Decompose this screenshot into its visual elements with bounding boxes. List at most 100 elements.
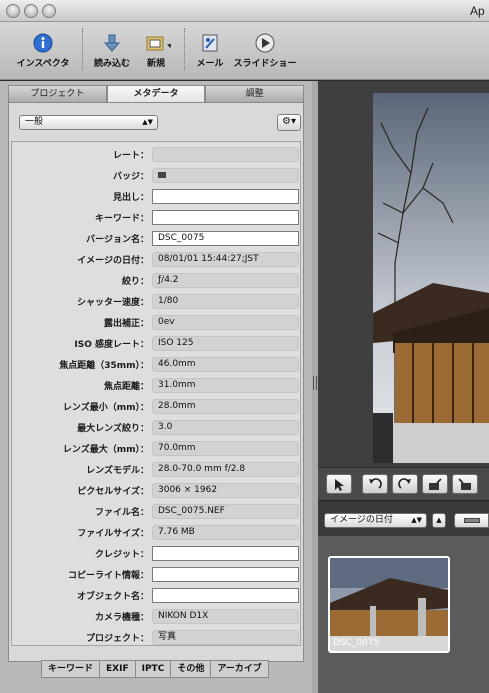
toolbar-mail-label: メール [196,59,224,69]
mail-icon [202,34,218,52]
field-row-aperture: 絞り： ƒ/4.2 [12,270,302,291]
file-name-value: DSC_0075.NEF [152,504,299,519]
toolbar-inspector-label: インスペクタ [16,59,70,69]
lens-max-value: 70.0mm [152,441,299,456]
field-row-focal-length-35: 焦点距離（35mm）： 46.0mm [12,354,302,375]
viewer-toolbar [318,467,489,500]
field-row-iso: ISO 感度レート： ISO 125 [12,333,302,354]
thumbnail-caption: DSC_0075 [333,638,380,648]
sort-select[interactable]: イメージの日付 ▲▼ [324,513,427,528]
field-label: シャッター速度： [76,298,149,308]
close-window-button[interactable] [6,4,20,18]
rotate-right-button[interactable] [392,474,418,494]
pixel-size-value: 3006 × 1962 [152,483,299,498]
iso-value: ISO 125 [152,336,299,351]
field-row-caption: 見出し： [12,186,302,207]
caption-input[interactable] [152,189,299,204]
rotate-left-button[interactable] [362,474,388,494]
field-row-pixel-size: ピクセルサイズ： 3006 × 1962 [12,480,302,501]
metadata-view-value: 一般 [25,117,44,127]
thumbnail[interactable]: DSC_0075 [328,556,450,653]
bottom-tab-exif[interactable]: EXIF [100,661,136,677]
metadata-view-select[interactable]: 一般 ▲▼ [19,115,158,130]
field-row-lens-model: レンズモデル： 28.0-70.0 mm f/2.8 [12,459,302,480]
rotate-left-icon [369,478,382,489]
toolbar-inspector-button[interactable]: インスペクタ [14,26,72,69]
tab-project[interactable]: プロジェクト [8,85,107,103]
toolbar-import-label: 読み込む [93,59,130,69]
camera-model-value: NIKON D1X [152,609,299,624]
aperture-value: ƒ/4.2 [152,273,299,288]
field-label: コピーライト情報： [67,571,149,581]
version-name-input[interactable]: DSC_0075 [152,231,299,246]
field-label: オブジェクト名： [76,592,149,602]
filmstrip-view-button[interactable] [454,513,489,528]
stamp-button[interactable] [452,474,478,494]
toolbar-import-button[interactable]: 読み込む [90,26,134,69]
bottom-tab-other[interactable]: その他 [171,661,212,677]
object-name-input[interactable] [152,588,299,603]
rating-field[interactable] [152,147,299,162]
toolbar-separator [82,28,83,70]
toolbar-separator [184,28,185,70]
toolbar-mail-button[interactable]: メール [192,26,228,69]
field-row-shutter: シャッター速度： 1/80 [12,291,302,312]
field-row-lens-min: レンズ最小（mm）： 28.0mm [12,396,302,417]
field-label: 見出し： [112,193,149,203]
toolbar: インスペクタ 読み込む 新規 メール スライドショー [0,22,489,80]
bottom-tab-keywords[interactable]: キーワード [42,661,101,677]
play-icon [255,33,275,53]
field-row-lens-max: レンズ最大（mm）： 70.0mm [12,438,302,459]
gear-menu-button[interactable]: ⚙▾ [277,114,301,131]
main-photo [373,93,489,463]
toolbar-slideshow-button[interactable]: スライドショー [232,26,298,69]
lift-icon [429,478,442,490]
field-label: バージョン名： [86,235,149,245]
select-tool-button[interactable] [326,474,352,494]
image-browser: DSC_0075 [318,536,489,693]
zoom-window-button[interactable] [42,4,56,18]
field-label: キーワード： [94,214,149,224]
sort-direction-button[interactable]: ▲ [432,513,446,528]
field-label: 絞り： [121,277,149,287]
bottom-tab-archive[interactable]: アーカイブ [211,661,267,677]
copyright-input[interactable] [152,567,299,582]
stamp-icon [458,478,471,490]
field-label: レート： [112,151,149,161]
image-viewer [318,81,489,467]
field-row-focal-length: 焦点距離： 31.0mm [12,375,302,396]
field-row-object-name: オブジェクト名： [12,585,302,606]
field-row-camera-model: カメラ機種： NIKON D1X [12,606,302,627]
field-label: レンズモデル： [86,466,149,476]
browser-toolbar: イメージの日付 ▲▼ ▲ [318,500,489,536]
shutter-speed-value: 1/80 [152,294,299,309]
field-label: イメージの日付： [77,256,149,266]
filmstrip-icon [464,518,480,523]
keywords-input[interactable] [152,210,299,225]
popup-arrows-icon: ▲▼ [411,516,422,524]
minimize-window-button[interactable] [24,4,38,18]
field-row-max-aperture: 最大レンズ絞り： 3.0 [12,417,302,438]
metadata-panel: 一般 ▲▼ ⚙▾ レート： バッジ： 見出し： キーワード： バージョン名： D… [8,102,304,662]
pointer-icon [335,479,344,491]
image-date-value: 08/01/01 15:44:27;JST [152,252,299,267]
metadata-bottom-tabs: キーワード EXIF IPTC その他 アーカイブ [41,660,269,678]
field-label: バッジ： [112,172,149,182]
field-row-exposure-bias: 露出補正： 0ev [12,312,302,333]
tab-metadata[interactable]: メタデータ [106,85,206,103]
focal-length-35-value: 46.0mm [152,357,299,372]
bottom-tab-iptc[interactable]: IPTC [136,661,172,677]
field-row-file-size: ファイルサイズ： 7.76 MB [12,522,302,543]
field-label: 焦点距離（35mm）： [59,361,149,371]
toolbar-new-button[interactable]: 新規 [138,26,174,69]
field-label: 焦点距離： [103,382,149,392]
lens-min-value: 28.0mm [152,399,299,414]
field-row-rating: レート： [12,144,302,165]
credit-input[interactable] [152,546,299,561]
lift-button[interactable] [422,474,448,494]
tab-adjustments[interactable]: 調整 [205,85,305,103]
field-row-keywords: キーワード： [12,207,302,228]
field-label: プロジェクト： [85,634,149,644]
field-row-copyright: コピーライト情報： [12,564,302,585]
toolbar-slideshow-label: スライドショー [233,59,297,69]
